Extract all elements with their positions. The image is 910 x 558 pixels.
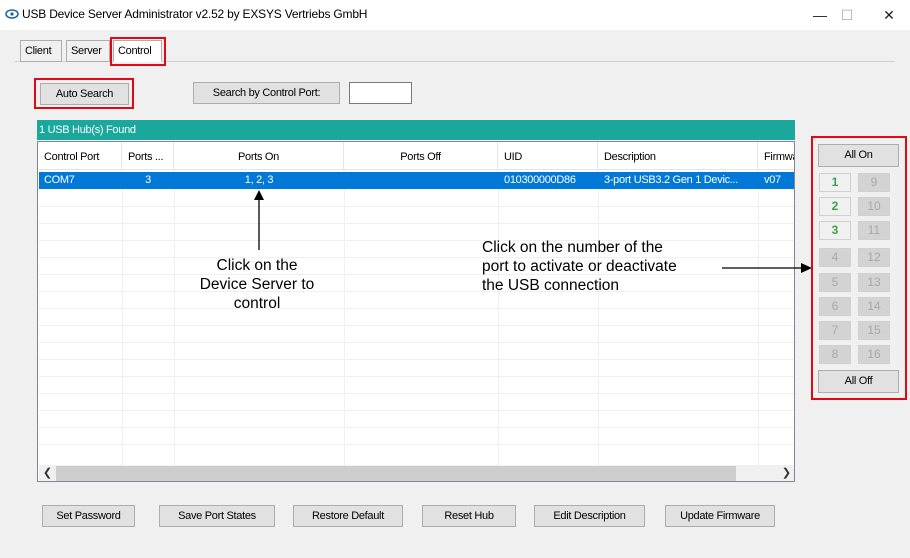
grid-line bbox=[174, 170, 175, 466]
port-button-8[interactable]: 8 bbox=[819, 345, 851, 364]
save-port-states-button[interactable]: Save Port States bbox=[159, 505, 275, 527]
grid-line bbox=[39, 206, 794, 207]
grid-line bbox=[598, 170, 599, 466]
grid-line bbox=[39, 325, 794, 326]
port-button-10[interactable]: 10 bbox=[858, 197, 890, 216]
scroll-right-icon[interactable]: ❯ bbox=[778, 465, 794, 481]
maximize-button[interactable]: ☐ bbox=[825, 4, 869, 26]
grid-line bbox=[39, 359, 794, 360]
scroll-left-icon[interactable]: ❮ bbox=[39, 465, 56, 481]
port-button-2[interactable]: 2 bbox=[819, 197, 851, 216]
column-ports-off[interactable]: Ports Off bbox=[344, 142, 498, 170]
port-button-16[interactable]: 16 bbox=[858, 345, 890, 364]
grid-line bbox=[122, 170, 123, 466]
grid-line bbox=[39, 342, 794, 343]
grid-line bbox=[39, 376, 794, 377]
annotation-line: Device Server to bbox=[199, 276, 315, 293]
grid-line bbox=[39, 410, 794, 411]
port-button-12[interactable]: 12 bbox=[858, 248, 890, 267]
window-title: USB Device Server Administrator v2.52 by… bbox=[22, 7, 368, 21]
all-on-button[interactable]: All On bbox=[818, 144, 899, 167]
column-ports[interactable]: Ports ... bbox=[122, 142, 174, 170]
highlight-auto-search bbox=[34, 78, 134, 109]
annotation-line: Click on the bbox=[216, 257, 298, 274]
port-button-3[interactable]: 3 bbox=[819, 221, 851, 240]
highlight-tab-control bbox=[110, 37, 166, 66]
cell-ports-on: 1, 2, 3 bbox=[244, 174, 274, 186]
update-firmware-button[interactable]: Update Firmware bbox=[665, 505, 775, 527]
arrow-right-icon bbox=[722, 263, 812, 273]
app-icon bbox=[5, 9, 19, 19]
column-ports-on[interactable]: Ports On bbox=[174, 142, 344, 170]
tab-server[interactable]: Server bbox=[66, 40, 110, 62]
grid-line bbox=[498, 170, 499, 466]
grid-line bbox=[758, 170, 759, 466]
column-uid[interactable]: UID bbox=[498, 142, 598, 170]
restore-default-button[interactable]: Restore Default bbox=[293, 505, 403, 527]
port-button-13[interactable]: 13 bbox=[858, 273, 890, 292]
cell-ports: 3 bbox=[145, 174, 151, 186]
grid-line bbox=[344, 170, 345, 466]
close-button[interactable]: ✕ bbox=[869, 4, 909, 26]
arrow-up-icon bbox=[254, 190, 264, 250]
list-header: Control Port Ports ... Ports On Ports Of… bbox=[38, 142, 794, 170]
column-description[interactable]: Description bbox=[598, 142, 758, 170]
set-password-button[interactable]: Set Password bbox=[42, 505, 135, 527]
horizontal-scrollbar[interactable]: ❮ ❯ bbox=[39, 465, 794, 481]
port-button-6[interactable]: 6 bbox=[819, 297, 851, 316]
column-firmware[interactable]: Firmwa bbox=[758, 142, 794, 170]
grid-line bbox=[39, 393, 794, 394]
title-bar: USB Device Server Administrator v2.52 by… bbox=[0, 0, 910, 30]
port-button-9[interactable]: 9 bbox=[858, 173, 890, 192]
port-button-11[interactable]: 11 bbox=[858, 221, 890, 240]
found-status-bar: 1 USB Hub(s) Found bbox=[37, 120, 795, 140]
port-button-15[interactable]: 15 bbox=[858, 321, 890, 340]
port-button-4[interactable]: 4 bbox=[819, 248, 851, 267]
grid-line bbox=[39, 308, 794, 309]
cell-description: 3-port USB3.2 Gen 1 Devic... bbox=[604, 174, 739, 186]
tab-client[interactable]: Client bbox=[20, 40, 62, 62]
cell-control-port: COM7 bbox=[44, 174, 75, 186]
grid-line bbox=[39, 444, 794, 445]
port-button-5[interactable]: 5 bbox=[819, 273, 851, 292]
cell-firmware: v07 bbox=[764, 174, 781, 186]
annotation-device-server: Click on the Device Server to control bbox=[182, 256, 332, 313]
annotation-line: the USB connection bbox=[482, 277, 620, 294]
port-button-7[interactable]: 7 bbox=[819, 321, 851, 340]
grid-line bbox=[39, 223, 794, 224]
port-button-14[interactable]: 14 bbox=[858, 297, 890, 316]
annotation-line: control bbox=[233, 295, 281, 312]
annotation-line: Click on the number of the bbox=[482, 239, 663, 256]
column-control-port[interactable]: Control Port bbox=[38, 142, 122, 170]
grid-line bbox=[39, 427, 794, 428]
search-by-port-button[interactable]: Search by Control Port: bbox=[193, 82, 340, 104]
edit-description-button[interactable]: Edit Description bbox=[534, 505, 645, 527]
cell-ports-off bbox=[344, 173, 498, 189]
control-port-input[interactable] bbox=[349, 82, 412, 104]
scroll-thumb[interactable] bbox=[56, 466, 736, 481]
all-off-button[interactable]: All Off bbox=[818, 370, 899, 393]
hub-list[interactable]: Control Port Ports ... Ports On Ports Of… bbox=[37, 141, 795, 482]
reset-hub-button[interactable]: Reset Hub bbox=[422, 505, 516, 527]
cell-uid: 010300000D86 bbox=[504, 174, 576, 186]
port-button-1[interactable]: 1 bbox=[819, 173, 851, 192]
